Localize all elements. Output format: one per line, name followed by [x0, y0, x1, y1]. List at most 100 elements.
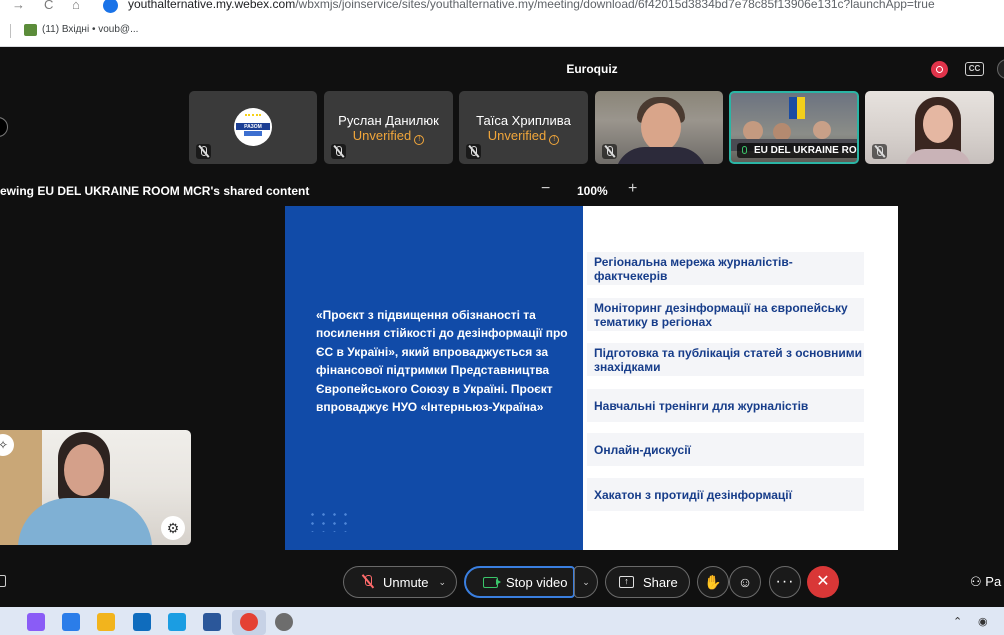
chevron-down-icon[interactable]: ⌄	[439, 577, 447, 588]
zoom-out-button[interactable]: −	[541, 180, 550, 198]
logo-band-accent	[244, 131, 262, 136]
slide-item: Підготовка та публікація статей з основн…	[587, 343, 864, 376]
video-person-face	[641, 103, 681, 151]
zoom-level[interactable]: 100%	[577, 184, 608, 198]
unverified-status: Unverified!	[324, 128, 453, 145]
share-button[interactable]: ↑ Share	[605, 566, 690, 598]
shared-content-label: ewing EU DEL UKRAINE ROOM MCR's shared c…	[0, 184, 310, 198]
share-screen-icon: ↑	[619, 576, 634, 588]
file-explorer-icon[interactable]	[97, 613, 115, 631]
stop-video-button[interactable]: Stop video	[464, 566, 575, 598]
site-info-icon[interactable]	[103, 0, 118, 13]
unverified-label: Unverified	[487, 128, 547, 143]
unverified-status: Unverified!	[459, 128, 588, 145]
participant-tile-logo[interactable]: РАЗОМ	[189, 91, 317, 164]
video-person-face	[923, 105, 953, 143]
video-options-button[interactable]: ⌄	[574, 566, 598, 598]
decorative-dots	[307, 510, 351, 532]
video-person-body	[905, 149, 971, 164]
zoom-in-button[interactable]: +	[628, 180, 637, 198]
settings-icon[interactable]	[275, 613, 293, 631]
record-icon[interactable]	[931, 61, 948, 78]
mail-icon	[24, 24, 37, 36]
gear-icon[interactable]: ⚙	[161, 516, 185, 540]
info-icon[interactable]: !	[549, 135, 560, 145]
participant-tile-ruslan[interactable]: Руслан Данилюк Unverified!	[324, 91, 453, 164]
panel-toggle-icon[interactable]	[0, 575, 6, 587]
camera-icon	[483, 576, 501, 588]
screen: → C ⌂ youthalternative.my.webex.com/wbxm…	[0, 0, 1004, 635]
webex-tray-icon[interactable]: ◉	[978, 615, 988, 628]
slide-item: Навчальні тренінги для журналістів	[587, 389, 864, 422]
info-icon[interactable]: !	[414, 135, 425, 145]
muted-mic-icon	[872, 144, 887, 159]
more-icon: ···	[775, 573, 795, 590]
slide-item: Моніторинг дезінформації на європейську …	[587, 298, 864, 331]
participants-label: Pa	[985, 574, 1002, 589]
store-icon[interactable]	[62, 613, 80, 631]
room-name-label: EU DEL UKRAINE ROOM	[737, 143, 857, 158]
chevron-down-icon: ⌄	[582, 576, 590, 587]
muted-mic-icon	[196, 144, 211, 159]
mic-on-icon	[742, 146, 747, 154]
smiley-icon: ☺	[737, 574, 753, 590]
participant-tile-room[interactable]: EU DEL UKRAINE ROOM	[729, 91, 859, 164]
url-path: /wbxmjs/joinservice/sites/youthalternati…	[295, 0, 935, 11]
participant-tile-video-2[interactable]	[865, 91, 994, 164]
participant-name: Руслан Данилюк	[338, 113, 439, 128]
outlook-icon[interactable]	[133, 613, 151, 631]
bookmarks-bar: (11) Вхідні • voub@...	[0, 14, 1004, 47]
stop-video-label: Stop video	[506, 574, 568, 590]
logo-text: РАЗОМ	[244, 124, 262, 130]
eu-stars-icon	[245, 114, 261, 121]
forward-icon[interactable]: →	[12, 0, 25, 12]
slide-item: Регіональна мережа журналістів-фактчекер…	[587, 252, 864, 285]
muted-mic-icon	[361, 574, 375, 590]
share-label: Share	[643, 574, 678, 590]
bookmark-divider	[10, 24, 11, 38]
copilot-icon[interactable]	[27, 613, 45, 631]
scroll-left-button[interactable]	[0, 117, 8, 137]
slide-left-panel: «Проєкт з підвищення обізнаності та поси…	[285, 206, 583, 550]
word-icon[interactable]	[203, 613, 221, 631]
muted-mic-icon	[331, 144, 346, 159]
room-name: EU DEL UKRAINE ROOM	[754, 145, 857, 156]
hand-icon: ✋	[704, 573, 722, 590]
address-field[interactable]: youthalternative.my.webex.com/wbxmjs/joi…	[128, 0, 935, 11]
browser-url-bar: → C ⌂ youthalternative.my.webex.com/wbxm…	[0, 0, 1004, 14]
video-person-body	[615, 147, 707, 164]
webex-meeting: Euroquiz CC РАЗОМ Руслан Данилюк Unverif…	[0, 48, 1004, 607]
tray-overflow-icon[interactable]: ⌃	[953, 615, 962, 628]
shared-slide: «Проєкт з підвищення обізнаності та поси…	[285, 206, 898, 550]
more-options-button[interactable]: ···	[769, 566, 801, 598]
reactions-button[interactable]: ☺	[729, 566, 761, 598]
layout-button[interactable]	[997, 59, 1004, 79]
edge-icon[interactable]	[168, 613, 186, 631]
unmute-button[interactable]: Unmute ⌄	[343, 566, 457, 598]
self-view-video[interactable]: ⚙	[0, 430, 191, 545]
participants-button[interactable]: ⚇ Pa	[970, 574, 1001, 590]
eu-flag	[789, 97, 797, 119]
participant-name: Таїса Хрипливa	[476, 113, 571, 128]
room-person	[743, 121, 763, 141]
slide-item: Хакатон з протидії дезінформації	[587, 478, 864, 511]
home-icon[interactable]: ⌂	[72, 0, 80, 12]
unmute-label: Unmute	[383, 574, 429, 590]
participant-tile-video-1[interactable]	[595, 91, 723, 164]
raise-hand-button[interactable]: ✋	[697, 566, 729, 598]
url-host: youthalternative.my.webex.com	[128, 0, 296, 11]
closed-captions-button[interactable]: CC	[965, 62, 984, 76]
meeting-title: Euroquiz	[566, 62, 618, 76]
windows-taskbar: ⌃ ◉	[0, 607, 1004, 635]
participant-tile-taisa[interactable]: Таїса Хрипливa Unverified!	[459, 91, 588, 164]
video-person-face	[64, 444, 104, 496]
muted-mic-icon	[602, 144, 617, 159]
ukraine-flag	[797, 97, 805, 119]
leave-meeting-button[interactable]: ✕	[807, 566, 839, 598]
slide-project-text: «Проєкт з підвищення обізнаності та поси…	[316, 308, 568, 415]
razom-logo: РАЗОМ	[234, 108, 272, 146]
bookmark-mail[interactable]: (11) Вхідні • voub@...	[42, 24, 138, 35]
chrome-icon[interactable]	[240, 613, 258, 631]
muted-mic-icon	[466, 144, 481, 159]
reload-icon[interactable]: C	[44, 0, 53, 12]
